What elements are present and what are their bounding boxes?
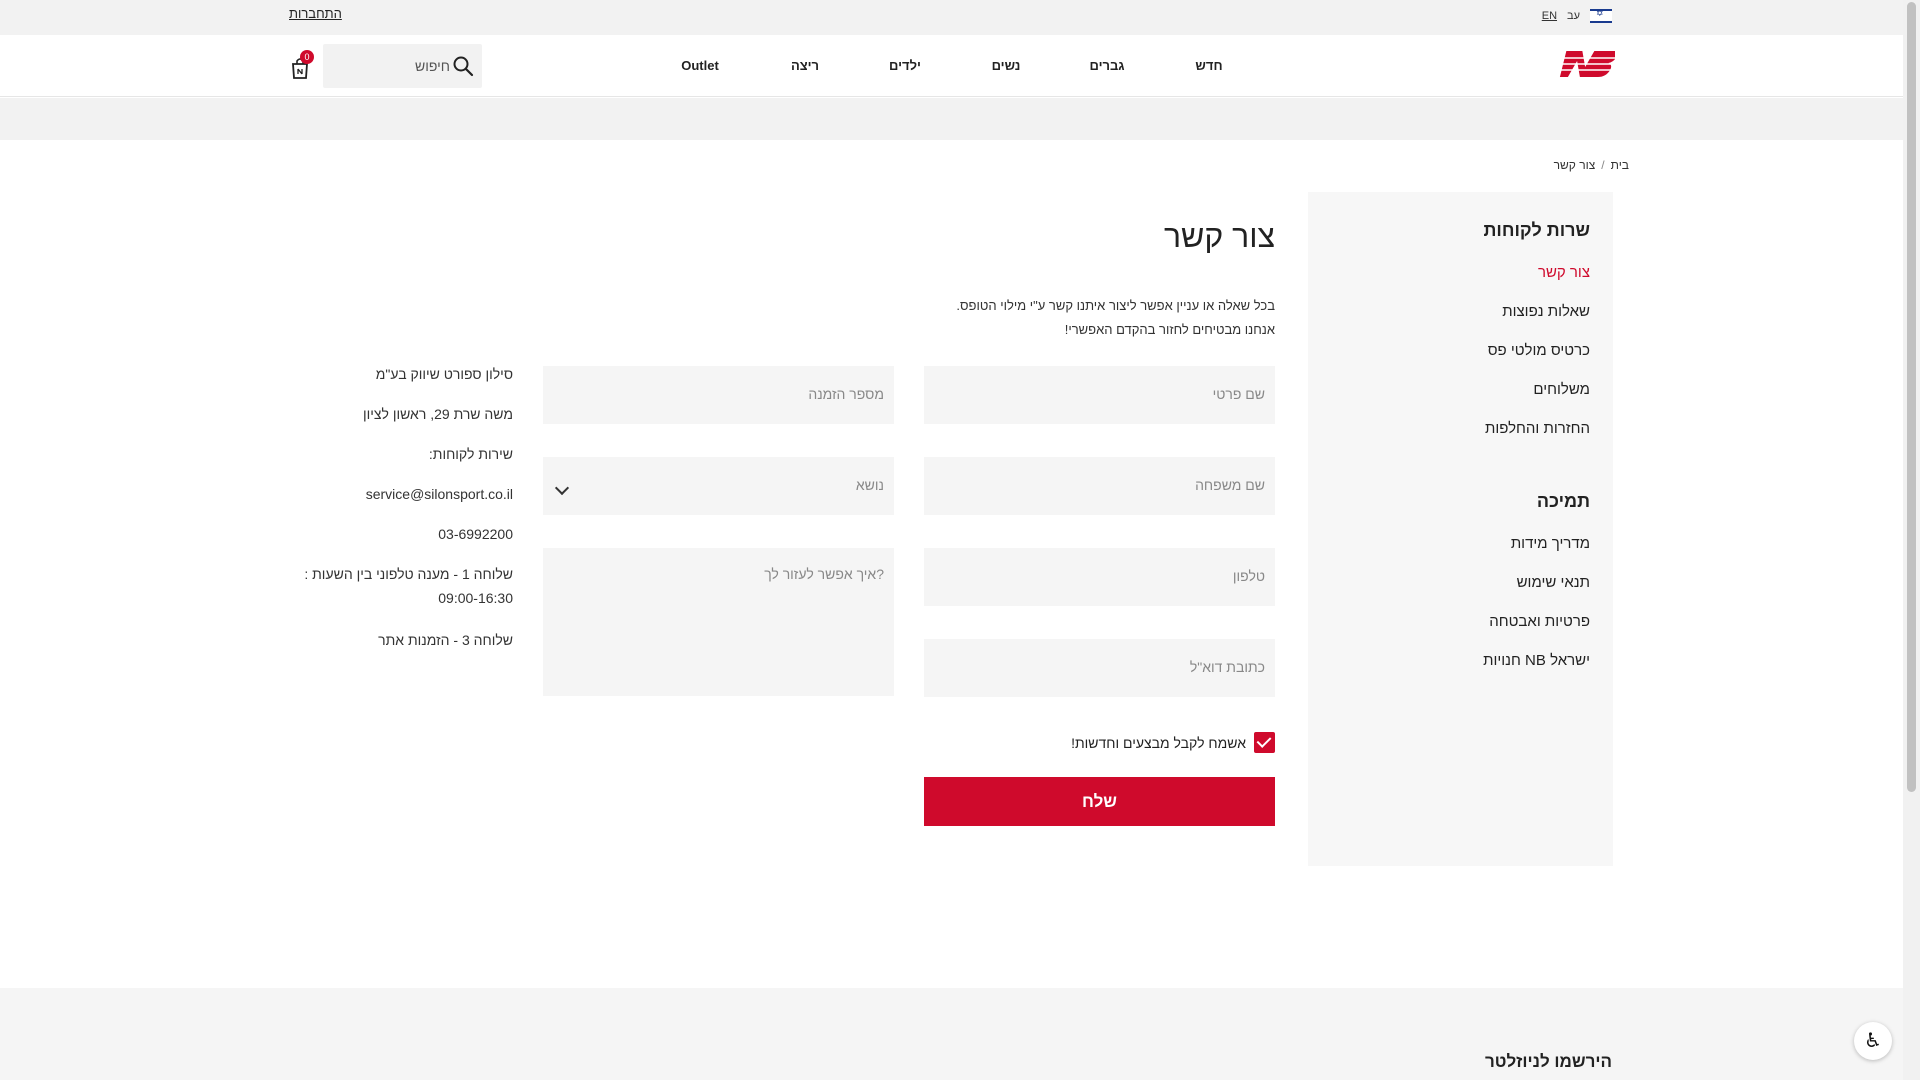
subject-placeholder: נושא: [855, 477, 884, 493]
intro-line-2: אנחנו מבטיחים לחזור בהקדם האפשרי!: [1064, 322, 1275, 337]
consent-checkbox[interactable]: [1254, 732, 1275, 753]
page-title: צור קשר: [1163, 218, 1275, 254]
sidebar-item-shipping[interactable]: משלוחים: [1533, 381, 1590, 398]
first-name-placeholder: שם פרטי: [1212, 386, 1265, 402]
cart-button[interactable]: 0: [290, 50, 314, 79]
message-placeholder: איך אפשר לעזור לך?: [764, 566, 884, 582]
email-field[interactable]: כתובת דוא"ל: [924, 639, 1275, 697]
company-name: סילון ספורט שיווק בע"מ: [375, 366, 513, 382]
customer-service-label: שירות לקוחות:: [428, 446, 513, 462]
sidebar-item-terms[interactable]: תנאי שימוש: [1517, 574, 1590, 591]
last-name-field[interactable]: שם משפחה: [924, 457, 1275, 515]
newsletter-heading: הירשמו לניוזלטר: [1484, 1052, 1612, 1071]
nav-outlet[interactable]: Outlet: [681, 58, 719, 73]
sidebar-item-faq[interactable]: שאלות נפוצות: [1502, 303, 1590, 320]
sidebar-item-contact[interactable]: צור קשר: [1538, 264, 1590, 281]
sidebar-heading-customer-service: שרות לקוחות: [1483, 220, 1591, 240]
last-name-placeholder: שם משפחה: [1195, 477, 1265, 493]
sidebar-item-size-guide[interactable]: מדריך מידות: [1511, 535, 1590, 552]
footer: הירשמו לניוזלטר: [0, 988, 1903, 1080]
sidebar-item-stores[interactable]: חנויות NB ישראל: [1483, 652, 1590, 669]
breadcrumb-home[interactable]: בית: [1611, 158, 1629, 172]
newsletter-consent[interactable]: אשמח לקבל מבצעים וחדשות!: [1071, 732, 1275, 753]
intro-text: בכל שאלה או עניין אפשר ליצור איתנו קשר ע…: [956, 294, 1275, 342]
order-number-field[interactable]: מספר הזמנה: [543, 366, 894, 424]
language-switcher: EN עב: [1542, 8, 1612, 23]
breadcrumb-current: צור קשר: [1553, 158, 1596, 172]
consent-label: אשמח לקבל מבצעים וחדשות!: [1071, 734, 1246, 751]
search-box[interactable]: חיפוש: [323, 44, 482, 88]
submit-button[interactable]: שלח: [924, 777, 1275, 826]
first-name-field[interactable]: שם פרטי: [924, 366, 1275, 424]
phone-field[interactable]: טלפון: [924, 548, 1275, 606]
nav-kids[interactable]: ילדים: [889, 58, 921, 73]
breadcrumb-separator: /: [1601, 158, 1605, 172]
extension-1-time: 09:00-16:30: [438, 590, 513, 606]
extension-1-hours: שלוחה 1 - מענה טלפוני בין השעות :: [304, 566, 513, 582]
main-header: חדש גברים נשים ילדים ריצה Outlet חיפוש 0: [0, 35, 1903, 97]
order-number-placeholder: מספר הזמנה: [808, 386, 884, 402]
sidebar-item-returns[interactable]: החזרות והחלפות: [1485, 420, 1590, 437]
israel-flag-icon[interactable]: [1590, 8, 1612, 23]
lang-he-link[interactable]: עב: [1567, 10, 1580, 22]
intro-line-1: בכל שאלה או עניין אפשר ליצור איתנו קשר ע…: [956, 298, 1275, 313]
extension-3-orders: שלוחה 3 - הזמנות אתר: [378, 632, 513, 648]
main-nav: חדש גברים נשים ילדים ריצה Outlet: [0, 58, 1903, 78]
nav-women[interactable]: נשים: [992, 58, 1021, 73]
promo-band: [0, 98, 1903, 140]
email-placeholder: כתובת דוא"ל: [1189, 659, 1265, 675]
scrollbar-thumb[interactable]: [1907, 2, 1916, 792]
page-scrollbar[interactable]: [1903, 0, 1920, 1080]
nav-men[interactable]: גברים: [1089, 58, 1124, 73]
top-strip: התחברות EN עב: [0, 0, 1903, 35]
breadcrumb: בית / צור קשר: [1554, 158, 1629, 172]
chevron-down-icon: [554, 480, 570, 496]
sidebar-item-privacy[interactable]: פרטיות ואבטחה: [1489, 613, 1590, 630]
search-placeholder: חיפוש: [415, 58, 450, 74]
search-icon[interactable]: [452, 55, 474, 77]
company-email[interactable]: service@silonsport.co.il: [366, 486, 513, 502]
accessibility-icon[interactable]: ♿: [1854, 1022, 1892, 1060]
phone-placeholder: טלפון: [1232, 568, 1265, 584]
nav-running[interactable]: ריצה: [791, 58, 819, 73]
cart-count-badge: 0: [300, 50, 314, 64]
subject-select[interactable]: נושא: [543, 457, 894, 515]
company-phone[interactable]: 03-6992200: [438, 526, 513, 542]
company-address: משה שרת 29, ראשון לציון: [363, 406, 513, 422]
message-textarea[interactable]: איך אפשר לעזור לך?: [543, 548, 894, 696]
login-link[interactable]: התחברות: [289, 6, 342, 21]
lang-en-link[interactable]: EN: [1542, 10, 1557, 22]
customer-service-sidebar: שרות לקוחות צור קשר שאלות נפוצות כרטיס מ…: [1308, 192, 1613, 866]
nav-new[interactable]: חדש: [1195, 58, 1222, 73]
sidebar-item-multipass-card[interactable]: כרטיס מולטי פס: [1488, 342, 1590, 359]
sidebar-heading-support: תמיכה: [1536, 491, 1590, 511]
